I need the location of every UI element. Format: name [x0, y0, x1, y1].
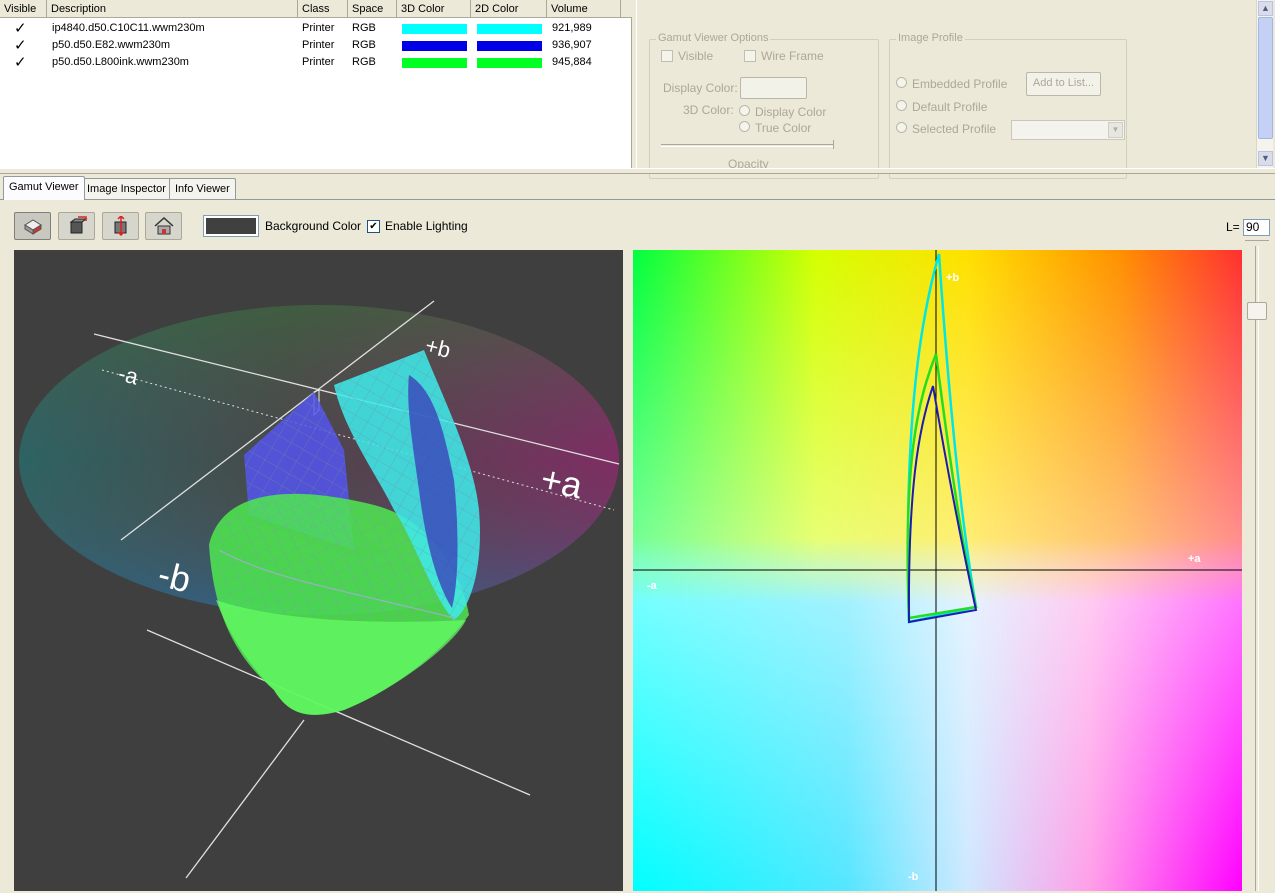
add-to-list-button[interactable]: Add to List...	[1026, 72, 1101, 96]
group-title: Image Profile	[896, 32, 965, 44]
l-slider[interactable]	[1244, 240, 1270, 891]
selected-profile-dropdown[interactable]: ▼	[1011, 120, 1125, 140]
column-header-3d-color[interactable]: 3D Color	[397, 0, 471, 18]
row-description: ip4840.d50.C10C11.wwm230m	[52, 22, 205, 34]
default-profile-radio[interactable]	[896, 100, 907, 111]
column-header-visible[interactable]: Visible	[0, 0, 47, 18]
wire-frame-checkbox[interactable]	[744, 50, 756, 62]
gamut-2d-canvas: +b +a -a -b	[633, 250, 1242, 891]
zoom-button[interactable]	[102, 212, 139, 240]
row-class: Printer	[302, 22, 335, 34]
row-space: RGB	[352, 39, 376, 51]
tab-gamut-viewer[interactable]: Gamut Viewer	[3, 176, 85, 200]
visible-check-icon[interactable]: ✓	[14, 37, 27, 54]
row-class: Printer	[302, 39, 335, 51]
row-description: p50.d50.L800ink.wwm230m	[52, 56, 189, 68]
opacity-slider-thumb[interactable]	[830, 140, 834, 149]
options-scrollbar[interactable]: ▲ ▼	[1256, 0, 1273, 168]
column-header-description[interactable]: Description	[47, 0, 298, 18]
chevron-down-icon[interactable]: ▼	[1108, 122, 1123, 138]
l-slider-thumb[interactable]	[1247, 302, 1267, 320]
display-color-radio[interactable]	[739, 105, 750, 116]
l-value-input[interactable]: 90	[1243, 219, 1270, 236]
true-color-radio-label: True Color	[755, 121, 812, 135]
tab-info-viewer[interactable]: Info Viewer	[169, 178, 236, 199]
column-header-2d-color[interactable]: 2D Color	[471, 0, 547, 18]
list-header: Visible Description Class Space 3D Color…	[0, 0, 632, 18]
rotate-icon	[69, 216, 88, 234]
axis-label-b-neg: -b	[908, 871, 919, 883]
row-description: p50.d50.E82.wwm230m	[52, 39, 171, 51]
group-title: Gamut Viewer Options	[656, 32, 771, 44]
background-color-swatch	[206, 218, 256, 234]
l-slider-track	[1255, 246, 1259, 891]
embedded-profile-radio[interactable]	[896, 77, 907, 88]
table-row[interactable]: ✓ ip4840.d50.C10C11.wwm230m Printer RGB 921,…	[0, 20, 632, 37]
row-space: RGB	[352, 56, 376, 68]
profile-list: Visible Description Class Space 3D Color…	[0, 0, 632, 168]
embedded-profile-label: Embedded Profile	[912, 77, 1008, 91]
options-panel: Gamut Viewer Options Visible Wire Frame …	[636, 0, 1256, 179]
display-color-button[interactable]	[740, 77, 807, 99]
rotate-button[interactable]	[58, 212, 95, 240]
enable-lighting-label: Enable Lighting	[385, 219, 468, 233]
row-class: Printer	[302, 56, 335, 68]
panel-splitter[interactable]	[0, 168, 1275, 174]
gamut-3d-canvas: -a +b +a -b	[19, 300, 620, 879]
gamut-2d-slice-view[interactable]: +b +a -a -b	[633, 250, 1242, 891]
visible-checkbox[interactable]	[661, 50, 673, 62]
row-3d-color-swatch[interactable]	[402, 24, 467, 34]
l-value-label: L=	[1226, 220, 1240, 234]
row-2d-color-swatch[interactable]	[477, 41, 542, 51]
row-volume: 936,907	[552, 39, 592, 51]
display-color-radio-label: Display Color	[755, 105, 827, 119]
row-2d-color-swatch[interactable]	[477, 24, 542, 34]
scroll-up-button[interactable]: ▲	[1258, 1, 1273, 16]
gamut-3d-view[interactable]: -a +b +a -b	[14, 250, 623, 891]
home-button[interactable]	[145, 212, 182, 240]
enable-lighting-checkbox[interactable]: ✔	[367, 220, 380, 233]
tab-image-inspector[interactable]: Image Inspector	[81, 178, 172, 199]
table-row[interactable]: ✓ p50.d50.L800ink.wwm230m Printer RGB 945,88…	[0, 54, 632, 71]
opacity-slider[interactable]	[661, 144, 833, 147]
row-space: RGB	[352, 22, 376, 34]
column-header-volume[interactable]: Volume	[547, 0, 621, 18]
view-3d-icon	[24, 219, 42, 235]
l-axis-line	[185, 719, 305, 879]
row-volume: 945,884	[552, 56, 592, 68]
table-row[interactable]: ✓ p50.d50.E82.wwm230m Printer RGB 936,907	[0, 37, 632, 54]
visible-label: Visible	[678, 49, 714, 63]
axis-label-a-neg: -a	[647, 580, 658, 592]
home-icon	[154, 216, 174, 235]
true-color-radio[interactable]	[739, 121, 750, 132]
visible-check-icon[interactable]: ✓	[14, 20, 27, 37]
row-3d-color-swatch[interactable]	[402, 58, 467, 68]
zoom-icon	[114, 216, 127, 236]
l-slider-tick	[1245, 240, 1269, 242]
visible-check-icon[interactable]: ✓	[14, 54, 27, 71]
scroll-down-button[interactable]: ▼	[1258, 151, 1273, 166]
default-profile-label: Default Profile	[912, 100, 988, 114]
column-header-class[interactable]: Class	[298, 0, 348, 18]
axis-label-b-pos: +b	[946, 272, 959, 284]
selected-profile-label: Selected Profile	[912, 122, 997, 136]
row-2d-color-swatch[interactable]	[477, 58, 542, 68]
display-color-label: Display Color:	[663, 81, 738, 95]
row-3d-color-swatch[interactable]	[402, 41, 467, 51]
scroll-thumb[interactable]	[1258, 17, 1273, 139]
axis-label-a-pos: +a	[1188, 553, 1201, 565]
background-color-label: Background Color	[265, 219, 362, 233]
selected-profile-radio[interactable]	[896, 122, 907, 133]
column-header-space[interactable]: Space	[348, 0, 397, 18]
3d-color-label: 3D Color:	[683, 103, 734, 117]
background-color-button[interactable]	[203, 215, 259, 237]
wire-frame-label: Wire Frame	[761, 49, 824, 63]
view-3d-button[interactable]	[14, 212, 51, 240]
row-volume: 921,989	[552, 22, 592, 34]
